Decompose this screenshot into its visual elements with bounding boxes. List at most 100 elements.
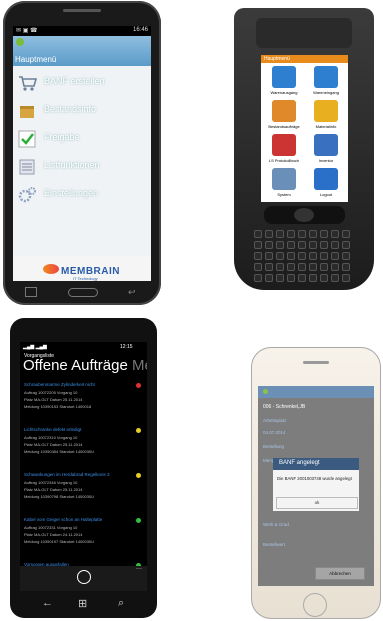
field-link[interactable]: Bestellwert [263, 542, 285, 547]
keyboard-key[interactable] [254, 241, 262, 249]
keyboard-key[interactable] [298, 230, 306, 238]
keyboard-key[interactable] [265, 274, 273, 282]
menu-tile-icon[interactable] [314, 100, 338, 122]
keyboard-key[interactable] [320, 274, 328, 282]
ok-button[interactable]: ok [276, 497, 358, 509]
keyboard-key[interactable] [276, 230, 284, 238]
menu-item-banf-erstellen[interactable]: BANF erstellen [13, 70, 151, 96]
more-icon[interactable]: ··· [136, 566, 142, 572]
check-icon [18, 130, 36, 148]
keyboard-key[interactable] [254, 274, 262, 282]
field-link[interactable]: Werk & Grad [263, 522, 289, 527]
keyboard-key[interactable] [298, 263, 306, 271]
keyboard-key[interactable] [331, 241, 339, 249]
keyboard-key[interactable] [287, 252, 295, 260]
keyboard-key[interactable] [287, 274, 295, 282]
keyboard-key[interactable] [276, 274, 284, 282]
refresh-icon[interactable] [77, 570, 91, 584]
menu-tile-label: Logout [319, 192, 333, 197]
keyboard-key[interactable] [254, 230, 262, 238]
cancel-button[interactable]: Abbrechen [315, 567, 365, 580]
job-list-item[interactable]: Schwankungen im Herdabrad Regelkreis 3 Au… [24, 472, 144, 516]
keyboard-key[interactable] [309, 263, 317, 271]
menu-tile-icon[interactable] [272, 168, 296, 190]
windows-phone: 12:15 ▂▄▆ ▂▄▆ Vorgangsliste Offene Auftr… [10, 318, 157, 618]
recent-apps-button[interactable] [25, 287, 37, 297]
windows-nav: ← ⊞ ⌕ [20, 595, 147, 615]
app-gear-icon [263, 389, 268, 394]
keyboard-key[interactable] [309, 241, 317, 249]
windows-logo-icon[interactable]: ⊞ [78, 597, 87, 610]
menu-item-listfunktionen[interactable]: Listfunktionen [13, 154, 151, 180]
android-screen: ✉ ▣ ☎ 16:46 Hauptmenü BANF erstellen Bes… [13, 26, 151, 281]
job-list-item[interactable]: Lichtschranke defekt erledigt Auftrag 100… [24, 427, 144, 471]
field-link[interactable]: Arbeitsplatz [263, 418, 287, 423]
keyboard-key[interactable] [320, 230, 328, 238]
keyboard-key[interactable] [276, 252, 284, 260]
menu-tile-label: Materialinfo [315, 124, 337, 129]
keyboard-key[interactable] [320, 241, 328, 249]
menu-tile-icon[interactable] [272, 66, 296, 88]
keyboard-key[interactable] [287, 241, 295, 249]
keyboard-key[interactable] [287, 230, 295, 238]
pivot-heading[interactable]: Offene Aufträge [23, 357, 128, 374]
menu-item-label: Einstellungen [44, 188, 99, 198]
keyboard-key[interactable] [298, 241, 306, 249]
keyboard-key[interactable] [265, 241, 273, 249]
keyboard-key[interactable] [331, 230, 339, 238]
home-button[interactable] [303, 593, 327, 617]
keyboard-key[interactable] [309, 252, 317, 260]
field-link[interactable]: Bestellung [263, 444, 284, 449]
back-button[interactable]: ↩ [128, 287, 136, 298]
job-detail-row: Auftrag 10072346 Vorgang 10 [24, 480, 78, 485]
menu-tile-icon[interactable] [314, 168, 338, 190]
keyboard-key[interactable] [298, 252, 306, 260]
keyboard-key[interactable] [320, 252, 328, 260]
keyboard-key[interactable] [331, 252, 339, 260]
keyboard-key[interactable] [276, 241, 284, 249]
keyboard-key[interactable] [331, 274, 339, 282]
keyboard-key[interactable] [287, 263, 295, 271]
status-bar: ✉ ▣ ☎ 16:46 [13, 26, 151, 36]
back-arrow-icon[interactable]: ← [42, 597, 53, 609]
box-icon [20, 106, 34, 118]
search-icon[interactable]: ⌕ [118, 597, 124, 610]
job-detail-row: Meldung 10390454 Standort 1400030U [24, 449, 95, 454]
home-button[interactable] [68, 288, 98, 297]
keyboard-key[interactable] [342, 230, 350, 238]
keyboard-key[interactable] [254, 252, 262, 260]
menu-item-bestandsinfo[interactable]: Bestandsinfo [13, 98, 151, 124]
keyboard-key[interactable] [309, 274, 317, 282]
keyboard-key[interactable] [265, 230, 273, 238]
menu-tile-icon[interactable] [272, 134, 296, 156]
job-title: Schwankungen im Herdabrad Regelkreis 3 [24, 472, 110, 477]
pivot-next-heading[interactable]: Meine [132, 357, 147, 374]
keyboard-key[interactable] [342, 241, 350, 249]
keyboard-key[interactable] [298, 274, 306, 282]
job-detail-row: Meldung 10390197 Standort 1400030U [24, 539, 95, 544]
keyboard-key[interactable] [342, 274, 350, 282]
job-list-item[interactable]: Kabel vom Geiger schon an Halteplatte Auf… [24, 517, 144, 561]
keyboard-key[interactable] [276, 263, 284, 271]
keyboard-key[interactable] [342, 263, 350, 271]
menu-item-freigabe[interactable]: Freigabe [13, 126, 151, 152]
keyboard-key[interactable] [331, 263, 339, 271]
menu-tile-icon[interactable] [314, 66, 338, 88]
job-title: Kabel vom Geiger schon an Halteplatte [24, 517, 103, 522]
dpad-center[interactable] [294, 208, 314, 222]
keyboard-key[interactable] [254, 263, 262, 271]
job-detail-row: Platz MA-GLT Datum 24.11.2014 [24, 532, 83, 537]
keyboard-key[interactable] [265, 252, 273, 260]
menu-item-einstellungen[interactable]: Einstellungen [13, 182, 151, 208]
keyboard-key[interactable] [309, 230, 317, 238]
field-link[interactable]: 04.07.2014 [263, 430, 286, 435]
job-list-item[interactable]: Schraubenmarme Zylinderkeit nicht Auftrag… [24, 382, 144, 426]
handheld-title: Hauptmenü [264, 56, 290, 62]
keyboard-key[interactable] [265, 263, 273, 271]
keyboard-key[interactable] [320, 263, 328, 271]
menu-tile-icon[interactable] [272, 100, 296, 122]
navigation-pad[interactable] [264, 206, 345, 224]
keyboard-key[interactable] [342, 252, 350, 260]
ios-header [258, 386, 374, 398]
menu-tile-icon[interactable] [314, 134, 338, 156]
